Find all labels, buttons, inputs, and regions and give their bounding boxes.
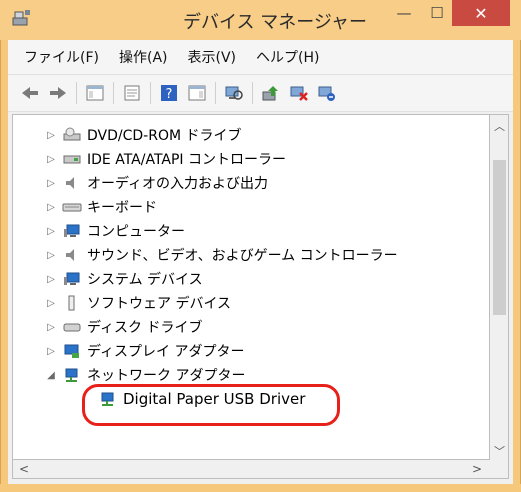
vertical-scrollbar[interactable]: ︿ ﹀ [490, 114, 509, 460]
network-adapter-icon [61, 366, 83, 384]
highlight-outline [82, 384, 340, 426]
expand-arrow-icon[interactable]: ▷ [43, 322, 59, 333]
expand-arrow-icon[interactable]: ▷ [43, 226, 59, 237]
tree-item-label: システム デバイス [87, 272, 203, 288]
menu-action[interactable]: 操作(A) [109, 43, 178, 71]
scrollbar-thumb[interactable] [493, 160, 506, 315]
dvd-drive-icon [61, 126, 83, 144]
show-hide-console-tree-icon[interactable] [83, 81, 107, 105]
tree-item-disk-drives[interactable]: ▷ ディスク ドライブ [43, 315, 489, 339]
tree-item-label: キーボード [87, 200, 157, 216]
expand-arrow-icon[interactable]: ▷ [43, 274, 59, 285]
toolbar-separator [113, 82, 114, 104]
tree-item-computer[interactable]: ▷ コンピューター [43, 219, 489, 243]
expand-arrow-icon[interactable]: ▷ [43, 130, 59, 141]
toolbar-separator [215, 82, 216, 104]
show-action-pane-icon[interactable] [185, 81, 209, 105]
disk-drive-icon [61, 318, 83, 336]
toolbar: ? [8, 74, 513, 112]
close-button[interactable]: ✕ [452, 0, 510, 26]
expand-arrow-icon[interactable]: ▷ [43, 298, 59, 309]
ide-controller-icon [61, 150, 83, 168]
title-bar[interactable]: デバイス マネージャー — ☐ ✕ [0, 0, 521, 40]
device-manager-icon [12, 9, 32, 27]
software-device-icon [61, 294, 83, 312]
scroll-down-icon[interactable]: ﹀ [490, 442, 509, 460]
keyboard-icon [61, 198, 83, 216]
expand-arrow-icon[interactable]: ▷ [43, 154, 59, 165]
expand-arrow-icon[interactable]: ▷ [43, 202, 59, 213]
tree-item-label: IDE ATA/ATAPI コントローラー [87, 152, 287, 168]
tree-item-system-devices[interactable]: ▷ システム デバイス [43, 267, 489, 291]
update-driver-icon[interactable] [259, 81, 283, 105]
toolbar-separator [76, 82, 77, 104]
tree-item-label: DVD/CD-ROM ドライブ [87, 128, 242, 144]
toolbar-separator [252, 82, 253, 104]
expand-arrow-icon[interactable]: ▷ [43, 250, 59, 261]
computer-icon [61, 222, 83, 240]
scan-hardware-icon[interactable] [222, 81, 246, 105]
properties-icon[interactable] [120, 81, 144, 105]
menu-view[interactable]: 表示(V) [178, 43, 247, 71]
collapse-arrow-icon[interactable]: ◢ [43, 370, 59, 381]
tree-item-dvd-drives[interactable]: ▷ DVD/CD-ROM ドライブ [43, 123, 489, 147]
back-arrow-icon[interactable] [18, 81, 42, 105]
tree-item-label: サウンド、ビデオ、およびゲーム コントローラー [87, 248, 398, 264]
disable-device-icon[interactable] [287, 81, 311, 105]
audio-icon [61, 174, 83, 192]
toolbar-separator [150, 82, 151, 104]
tree-item-display-adapters[interactable]: ▷ ディスプレイ アダプター [43, 339, 489, 363]
system-devices-icon [61, 270, 83, 288]
tree-item-label: ソフトウェア デバイス [87, 296, 232, 312]
tree-item-label: ネットワーク アダプター [87, 368, 246, 384]
uninstall-device-icon[interactable] [315, 81, 339, 105]
tree-item-audio-io[interactable]: ▷ オーディオの入力および出力 [43, 171, 489, 195]
minimize-button[interactable]: — [387, 0, 421, 26]
menu-bar: ファイル(F) 操作(A) 表示(V) ヘルプ(H) [8, 40, 513, 74]
expand-arrow-icon[interactable]: ▷ [43, 346, 59, 357]
expand-arrow-icon[interactable]: ▷ [43, 178, 59, 189]
scroll-left-icon[interactable]: < [15, 460, 33, 478]
menu-file[interactable]: ファイル(F) [14, 43, 109, 71]
menu-help[interactable]: ヘルプ(H) [246, 43, 329, 71]
svg-text:?: ? [166, 87, 173, 102]
tree-item-keyboards[interactable]: ▷ キーボード [43, 195, 489, 219]
help-icon[interactable]: ? [157, 81, 181, 105]
sound-icon [61, 246, 83, 264]
tree-item-ide-controllers[interactable]: ▷ IDE ATA/ATAPI コントローラー [43, 147, 489, 171]
maximize-button[interactable]: ☐ [420, 0, 454, 26]
window-title: デバイス マネージャー [183, 12, 367, 33]
horizontal-scrollbar[interactable]: < > [12, 460, 509, 479]
tree-item-label: コンピューター [87, 224, 185, 240]
scroll-up-icon[interactable]: ︿ [490, 117, 509, 135]
tree-item-label: オーディオの入力および出力 [87, 176, 269, 192]
tree-item-label: ディスプレイ アダプター [87, 344, 245, 360]
tree-item-sound-video-game[interactable]: ▷ サウンド、ビデオ、およびゲーム コントローラー [43, 243, 489, 267]
scroll-right-icon[interactable]: > [468, 460, 486, 478]
window-bottom-frame [0, 484, 521, 492]
display-adapter-icon [61, 342, 83, 360]
tree-item-software-devices[interactable]: ▷ ソフトウェア デバイス [43, 291, 489, 315]
tree-item-label: ディスク ドライブ [87, 320, 203, 336]
forward-arrow-icon[interactable] [46, 81, 70, 105]
